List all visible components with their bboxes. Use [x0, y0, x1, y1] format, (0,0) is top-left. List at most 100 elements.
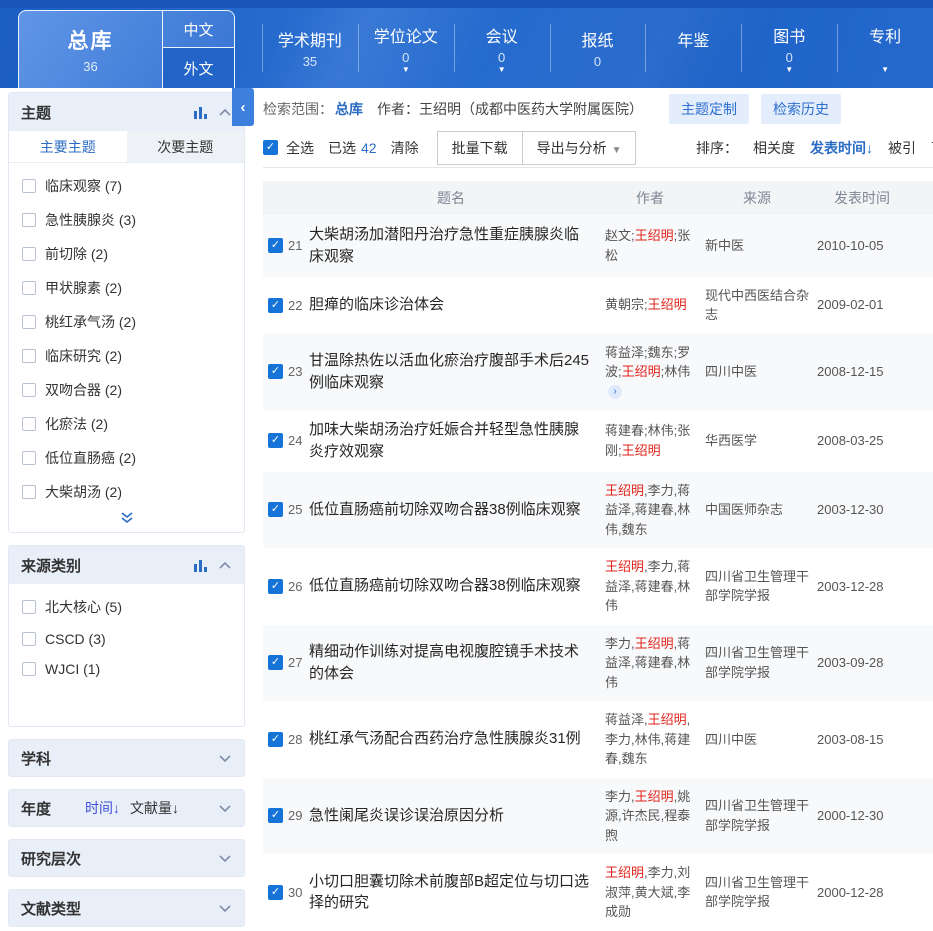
year-sorter-文献量[interactable]: 文献量↓: [130, 798, 179, 818]
result-title-link[interactable]: 加味大柴胡汤治疗妊娠合并轻型急性胰腺炎疗效观察: [309, 421, 579, 460]
filter-item[interactable]: 大柴胡汤 (2): [9, 475, 244, 509]
checkbox-unchecked[interactable]: [22, 247, 36, 261]
selected-count[interactable]: 42: [361, 140, 377, 156]
row-source-cell[interactable]: 四川省卫生管理干部学院学报: [705, 643, 817, 682]
checkbox-unchecked[interactable]: [22, 600, 36, 614]
result-title-link[interactable]: 低位直肠癌前切除双吻合器38例临床观察: [309, 501, 581, 518]
nav-item-yearbook[interactable]: 年鉴: [645, 8, 741, 88]
checkbox-unchecked[interactable]: [22, 281, 36, 295]
row-source-cell[interactable]: 四川中医: [705, 362, 817, 382]
checkbox-unchecked[interactable]: [22, 213, 36, 227]
row-checkbox[interactable]: [268, 502, 283, 517]
nav-item-dissertation[interactable]: 学位论文0▼: [358, 8, 454, 88]
tab-次要主题[interactable]: 次要主题: [127, 131, 245, 162]
checkbox-unchecked[interactable]: [22, 662, 36, 676]
author-name-highlight[interactable]: 王绍明: [622, 364, 661, 379]
checkbox-unchecked[interactable]: [22, 179, 36, 193]
row-source-cell[interactable]: 四川中医: [705, 730, 817, 750]
select-all-checkbox[interactable]: [263, 140, 278, 155]
checkbox-unchecked[interactable]: [22, 451, 36, 465]
expand-authors-icon[interactable]: ›: [608, 385, 622, 399]
checkbox-unchecked[interactable]: [22, 315, 36, 329]
filter-item[interactable]: 急性胰腺炎 (3): [9, 203, 244, 237]
topic-custom-button[interactable]: 主题定制: [669, 94, 749, 124]
result-title-link[interactable]: 急性阑尾炎误诊误治原因分析: [309, 807, 504, 824]
lang-tab-foreign[interactable]: 外文: [163, 48, 234, 88]
filter-item[interactable]: WJCI (1): [9, 654, 244, 684]
filter-section-header-research-level[interactable]: 研究层次: [8, 839, 245, 877]
filter-item[interactable]: 临床观察 (7): [9, 169, 244, 203]
year-sorter-时间[interactable]: 时间↓: [85, 798, 120, 818]
nav-item-book[interactable]: 图书0▼: [741, 8, 837, 88]
scope-value-link[interactable]: 总库: [335, 99, 363, 119]
row-checkbox[interactable]: [268, 885, 283, 900]
filter-section-header-discipline[interactable]: 学科: [8, 739, 245, 777]
filter-section-header-year[interactable]: 年度时间↓文献量↓: [8, 789, 245, 827]
db-tab-total-main[interactable]: 总库 36: [19, 11, 162, 88]
checkbox-unchecked[interactable]: [22, 417, 36, 431]
nav-item-conference[interactable]: 会议0▼: [454, 8, 550, 88]
author-name-highlight[interactable]: 王绍明: [635, 789, 674, 804]
show-more-button[interactable]: [9, 511, 244, 532]
author-name[interactable]: ;林伟: [661, 364, 691, 379]
filter-section-header-document-type[interactable]: 文献类型: [8, 889, 245, 927]
db-tab-total[interactable]: 总库 36 中文 外文: [18, 10, 235, 88]
select-all-label[interactable]: 全选: [286, 138, 314, 158]
result-title-link[interactable]: 低位直肠癌前切除双吻合器38例临床观察: [309, 577, 581, 594]
author-name-highlight[interactable]: 王绍明: [605, 865, 644, 880]
clear-selection-button[interactable]: 清除: [391, 138, 419, 158]
nav-item-patent[interactable]: 专利▼: [837, 8, 933, 88]
author-name[interactable]: 蒋益泽,: [605, 712, 648, 727]
checkbox-unchecked[interactable]: [22, 349, 36, 363]
row-source-cell[interactable]: 新中医: [705, 236, 817, 256]
tab-主要主题[interactable]: 主要主题: [9, 131, 127, 162]
filter-item[interactable]: 甲状腺素 (2): [9, 271, 244, 305]
author-name-highlight[interactable]: 王绍明: [605, 483, 644, 498]
author-name-highlight[interactable]: 王绍明: [605, 559, 644, 574]
author-name[interactable]: 赵文;: [605, 228, 635, 243]
sort-option-relevance[interactable]: 相关度: [753, 138, 795, 158]
row-checkbox[interactable]: [268, 364, 283, 379]
checkbox-unchecked[interactable]: [22, 632, 36, 646]
author-name-highlight[interactable]: 王绍明: [648, 712, 687, 727]
export-analyze-button[interactable]: 导出与分析▼: [523, 131, 637, 165]
row-source-cell[interactable]: 现代中西医结合杂志: [705, 286, 817, 325]
sidebar-collapse-handle[interactable]: ‹: [232, 88, 254, 126]
author-name-highlight[interactable]: 王绍明: [635, 636, 674, 651]
filter-item[interactable]: 临床研究 (2): [9, 339, 244, 373]
result-title-link[interactable]: 桃红承气汤配合西药治疗急性胰腺炎31例: [309, 730, 581, 747]
result-title-link[interactable]: 胆瘅的临床诊治体会: [309, 296, 444, 313]
checkbox-unchecked[interactable]: [22, 485, 36, 499]
row-checkbox[interactable]: [268, 732, 283, 747]
row-source-cell[interactable]: 中国医师杂志: [705, 500, 817, 520]
filter-item[interactable]: CSCD (3): [9, 624, 244, 654]
search-history-button[interactable]: 检索历史: [761, 94, 841, 124]
sort-option-publish-time[interactable]: 发表时间↓: [810, 138, 873, 158]
row-source-cell[interactable]: 华西医学: [705, 431, 817, 451]
lang-tab-chinese[interactable]: 中文: [163, 11, 234, 48]
result-title-link[interactable]: 甘温除热佐以活血化瘀治疗腹部手术后245例临床观察: [309, 352, 589, 391]
author-name-highlight[interactable]: 王绍明: [622, 443, 661, 458]
checkbox-unchecked[interactable]: [22, 383, 36, 397]
result-title-link[interactable]: 精细动作训练对提高电视腹腔镜手术技术的体会: [309, 643, 579, 682]
filter-item[interactable]: 低位直肠癌 (2): [9, 441, 244, 475]
filter-item[interactable]: 北大核心 (5): [9, 590, 244, 624]
row-source-cell[interactable]: 四川省卫生管理干部学院学报: [705, 567, 817, 606]
filter-section-header-topic[interactable]: 主题: [9, 93, 244, 131]
filter-section-header-source-category[interactable]: 来源类别: [9, 546, 244, 584]
nav-item-academic-journal[interactable]: 学术期刊35: [262, 8, 358, 88]
filter-item[interactable]: 桃红承气汤 (2): [9, 305, 244, 339]
row-checkbox[interactable]: [268, 298, 283, 313]
filter-item[interactable]: 前切除 (2): [9, 237, 244, 271]
author-name-highlight[interactable]: 王绍明: [648, 297, 687, 312]
filter-item[interactable]: 化瘀法 (2): [9, 407, 244, 441]
row-checkbox[interactable]: [268, 433, 283, 448]
filter-item[interactable]: 双吻合器 (2): [9, 373, 244, 407]
nav-item-newspaper[interactable]: 报纸0: [550, 8, 646, 88]
author-name[interactable]: 李力,: [605, 789, 635, 804]
author-name-highlight[interactable]: 王绍明: [635, 228, 674, 243]
row-checkbox[interactable]: [268, 579, 283, 594]
author-name[interactable]: 黄朝宗;: [605, 297, 648, 312]
author-name[interactable]: 李力,: [605, 636, 635, 651]
sort-option-cited[interactable]: 被引: [888, 138, 916, 158]
